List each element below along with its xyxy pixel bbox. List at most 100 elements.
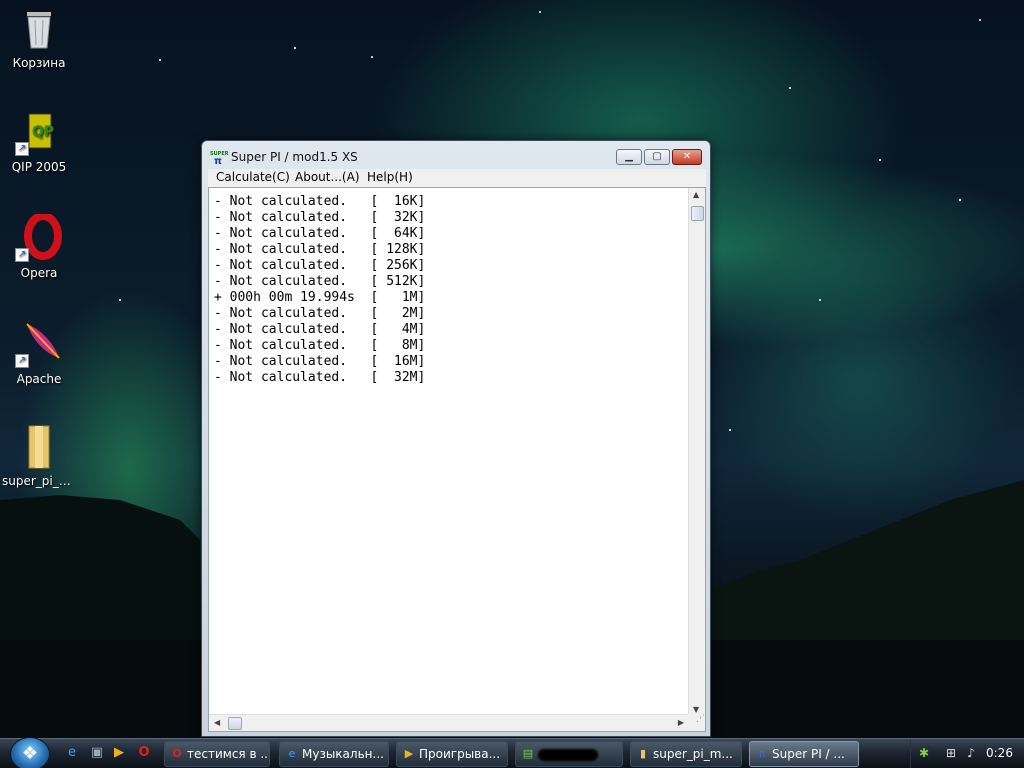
opera-icon: ↗ (15, 212, 63, 262)
result-row: - Not calculated. [ 32M] (214, 370, 425, 386)
result-status: - Not calculated. (214, 306, 363, 321)
result-row: + 000h 00m 19.994s [ 1M] (214, 290, 425, 306)
tray-app-icon[interactable]: ✱ (917, 746, 931, 760)
horizontal-scroll-thumb[interactable] (228, 717, 242, 730)
redacted-label (538, 748, 598, 761)
title-bar[interactable]: SUPER π Super PI / mod1.5 XS ▁ ▢ ✕ (202, 141, 710, 171)
result-size: [ 2M] (370, 306, 426, 321)
media-player-icon: ▶ (404, 747, 414, 760)
opera-icon: O (172, 747, 182, 760)
ie-icon: e (288, 747, 296, 760)
scroll-left-icon[interactable]: ◀ (214, 718, 220, 727)
result-row: - Not calculated. [ 16K] (214, 194, 425, 210)
app-icon: ▤ (522, 747, 534, 760)
taskbar-button-ie[interactable]: e Музыкальн... (279, 741, 389, 767)
ie-icon[interactable]: e (64, 745, 80, 761)
clock[interactable]: 0:26 (986, 746, 1013, 760)
menu-calculate[interactable]: Calculate(C) (216, 170, 290, 184)
shortcut-arrow-icon: ↗ (15, 248, 29, 262)
result-row: - Not calculated. [ 16M] (214, 354, 425, 370)
vertical-scroll-thumb[interactable] (691, 206, 704, 221)
start-button[interactable]: ❖ (10, 737, 50, 768)
desktop-icon-apache[interactable]: ↗ Apache (2, 320, 76, 386)
result-status: + 000h 00m 19.994s (214, 290, 363, 305)
taskbar-button-redacted[interactable]: ▤ (515, 741, 623, 767)
taskbar-button-superpi[interactable]: π Super PI / ... (749, 741, 859, 767)
close-button[interactable]: ✕ (672, 149, 702, 165)
result-status: - Not calculated. (214, 194, 363, 209)
svg-text:QP: QP (32, 124, 54, 140)
scroll-right-icon[interactable]: ▶ (678, 718, 684, 727)
desktop-icon-opera[interactable]: ↗ Opera (2, 212, 76, 280)
apache-feather-icon: ↗ (15, 320, 63, 368)
opera-icon[interactable]: O (136, 745, 152, 761)
taskbar: ❖ e ▣ ▶ O O тестимся в ... e Музыкальн..… (0, 737, 1024, 768)
windows-logo-icon: ❖ (21, 743, 39, 764)
menu-help[interactable]: Help(H) (367, 170, 413, 184)
result-row: - Not calculated. [ 8M] (214, 338, 425, 354)
desktop-icon-label: Opera (20, 266, 58, 280)
result-row: - Not calculated. [ 32K] (214, 210, 425, 226)
result-row: - Not calculated. [ 64K] (214, 226, 425, 242)
result-size: [ 16K] (370, 194, 426, 209)
result-size: [ 512K] (370, 274, 426, 289)
recycle-bin-icon (15, 4, 63, 52)
minimize-button[interactable]: ▁ (616, 149, 642, 165)
result-status: - Not calculated. (214, 274, 363, 289)
horizontal-scrollbar[interactable]: ◀ ▶ (209, 714, 689, 731)
result-row: - Not calculated. [ 2M] (214, 306, 425, 322)
minimize-icon: ▁ (625, 151, 633, 162)
result-size: [ 128K] (370, 242, 426, 257)
network-icon[interactable]: ⊞ (944, 746, 958, 760)
superpi-window[interactable]: SUPER π Super PI / mod1.5 XS ▁ ▢ ✕ Calcul… (201, 140, 711, 737)
qip-icon: QP ↗ (15, 108, 63, 156)
taskbar-button-folder[interactable]: ▮ super_pi_m... (630, 741, 742, 767)
results-list: - Not calculated. [ 16K] - Not calculated… (214, 194, 425, 386)
system-tray: ✱ ⊞ ♪ 0:26 (910, 739, 1024, 768)
result-size: [ 32K] (370, 210, 426, 225)
desktop-icon-label: Корзина (12, 56, 66, 70)
close-icon: ✕ (682, 151, 692, 162)
folder-icon (15, 422, 63, 470)
result-size: [ 16M] (370, 354, 426, 369)
folder-icon: ▮ (639, 747, 647, 760)
result-size: [ 1M] (370, 290, 426, 305)
show-desktop-icon[interactable]: ▣ (89, 745, 105, 761)
results-pane[interactable]: - Not calculated. [ 16K] - Not calculated… (208, 187, 706, 732)
resize-grip-icon[interactable]: ⋰ (688, 714, 705, 731)
taskbar-button-media-player[interactable]: ▶ Проигрыва... (396, 741, 508, 767)
taskbar-button-opera[interactable]: O тестимся в ... (164, 741, 270, 767)
result-status: - Not calculated. (214, 338, 363, 353)
media-player-icon[interactable]: ▶ (111, 745, 127, 761)
result-status: - Not calculated. (214, 354, 363, 369)
shortcut-arrow-icon: ↗ (15, 354, 29, 368)
scroll-up-icon[interactable]: ▲ (693, 190, 699, 199)
result-size: [ 4M] (370, 322, 426, 337)
shortcut-arrow-icon: ↗ (15, 142, 29, 156)
maximize-button[interactable]: ▢ (644, 149, 670, 165)
result-status: - Not calculated. (214, 370, 363, 385)
result-status: - Not calculated. (214, 210, 363, 225)
superpi-icon: π (758, 747, 766, 760)
scroll-down-icon[interactable]: ▼ (693, 705, 699, 714)
desktop-icon-folder[interactable]: super_pi_m... (2, 422, 76, 488)
result-row: - Not calculated. [ 128K] (214, 242, 425, 258)
menu-about[interactable]: About...(A) (295, 170, 360, 184)
result-size: [ 8M] (370, 338, 426, 353)
maximize-icon: ▢ (652, 151, 662, 162)
result-row: - Not calculated. [ 4M] (214, 322, 425, 338)
volume-icon[interactable]: ♪ (964, 746, 978, 760)
result-size: [ 32M] (370, 370, 426, 385)
desktop-icon-label: QIP 2005 (11, 160, 67, 174)
desktop-icon-recycle-bin[interactable]: Корзина (2, 4, 76, 70)
result-status: - Not calculated. (214, 258, 363, 273)
result-row: - Not calculated. [ 256K] (214, 258, 425, 274)
desktop-icon-qip[interactable]: QP ↗ QIP 2005 (2, 108, 76, 174)
menu-bar: Calculate(C) About...(A) Help(H) (208, 169, 706, 187)
result-size: [ 64K] (370, 226, 426, 241)
desktop-icon-label: Apache (16, 372, 62, 386)
window-title: Super PI / mod1.5 XS (231, 150, 358, 164)
vertical-scrollbar[interactable]: ▲ ▼ (688, 188, 705, 716)
result-status: - Not calculated. (214, 322, 363, 337)
result-status: - Not calculated. (214, 226, 363, 241)
